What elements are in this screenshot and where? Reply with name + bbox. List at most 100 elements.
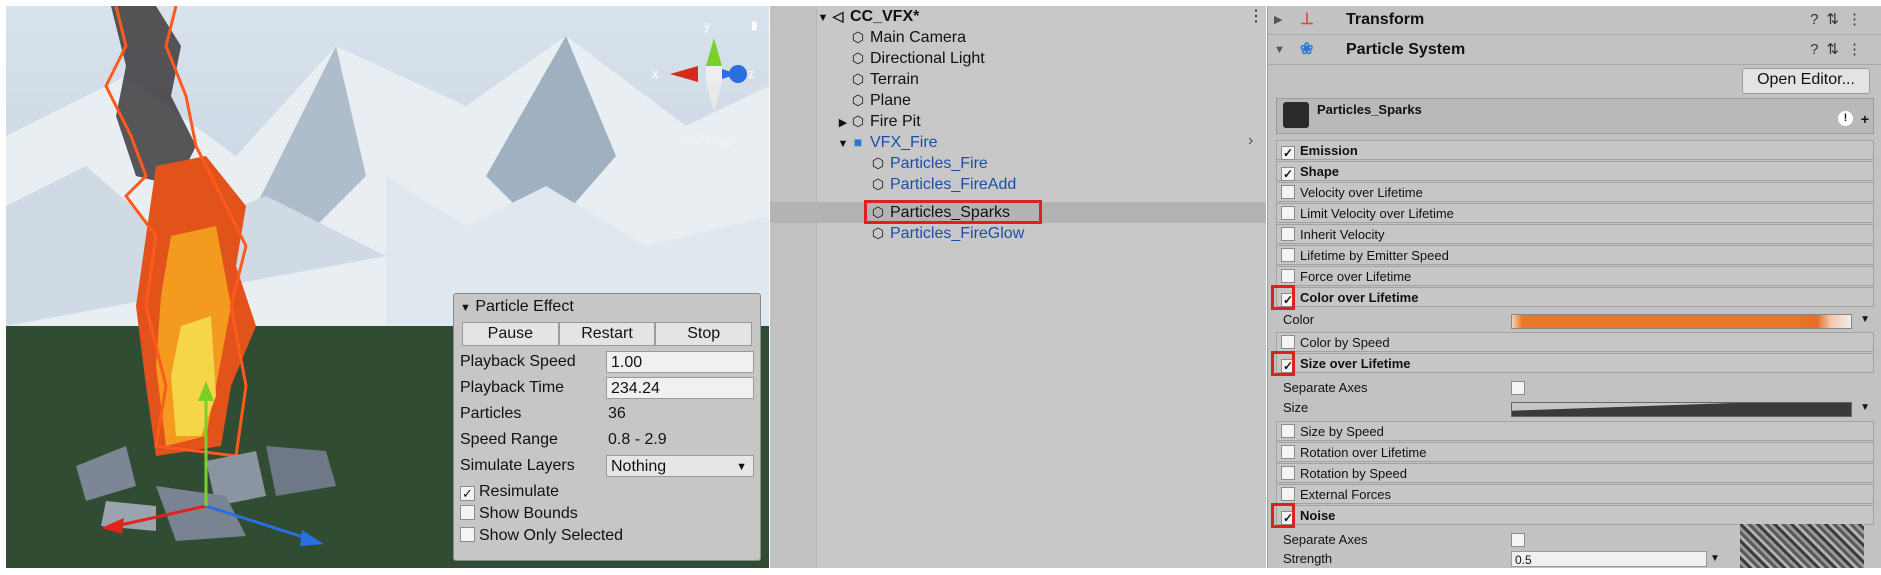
hierarchy-item-vfx-fire[interactable]: ▼ ■ VFX_Fire (836, 132, 938, 153)
lock-icon[interactable]: ▮ (751, 18, 758, 32)
particle-system-main-module[interactable]: Particles_Sparks ! + (1276, 98, 1874, 134)
scene-root[interactable]: ▼ ◁ CC_VFX* (816, 6, 920, 29)
hierarchy-item-directional-light[interactable]: ⬡ Directional Light (850, 48, 985, 69)
module-checkbox[interactable]: ✓ (1281, 167, 1295, 181)
pause-button[interactable]: Pause (462, 322, 559, 346)
module-label: Rotation by Speed (1300, 466, 1407, 481)
module-rotation-by-speed[interactable]: Rotation by Speed (1276, 463, 1874, 483)
module-checkbox[interactable] (1281, 445, 1295, 459)
module-color-over-lifetime[interactable]: ✓ Color over Lifetime (1276, 287, 1874, 307)
playback-buttons: Pause Restart Stop (462, 322, 753, 346)
inspector-panel: ▶ ⊥ Transform ?⇅⋮ ▼ ❀ Particle System ?⇅… (1267, 6, 1881, 568)
chevron-right-icon[interactable]: › (1248, 132, 1253, 150)
module-size-by-speed[interactable]: Size by Speed (1276, 421, 1874, 441)
expand-triangle-icon[interactable]: ▼ (836, 134, 850, 155)
module-emission[interactable]: ✓ Emission (1276, 140, 1874, 160)
component-menu-icons[interactable]: ?⇅⋮ (1810, 36, 1870, 64)
show-only-selected-checkbox[interactable] (460, 527, 475, 542)
simulate-layers-dropdown[interactable]: Nothing ▼ (606, 455, 754, 477)
transform-header[interactable]: ▶ ⊥ Transform ?⇅⋮ (1268, 6, 1881, 35)
module-label: Inherit Velocity (1300, 227, 1385, 242)
add-icon[interactable]: + (1861, 111, 1869, 127)
module-checkbox[interactable] (1281, 269, 1295, 283)
warning-icon: ! (1838, 111, 1853, 126)
module-checkbox[interactable] (1281, 206, 1295, 220)
module-inherit-velocity[interactable]: Inherit Velocity (1276, 224, 1874, 244)
scene-view[interactable]: y x z < Persp ▮ ▼ Particle Effect Pause … (6, 6, 769, 568)
strength-input[interactable]: 0.5 (1511, 551, 1707, 567)
size-curve-row: Size ▼ (1276, 398, 1874, 418)
speed-range-label: Speed Range (460, 431, 558, 448)
module-lifetime-by-emitter-speed[interactable]: Lifetime by Emitter Speed (1276, 245, 1874, 265)
show-only-selected-row[interactable]: Show Only Selected (460, 524, 754, 548)
separate-axes-checkbox[interactable] (1511, 381, 1525, 395)
playback-time-input[interactable]: 234.24 (606, 377, 754, 399)
module-checkbox[interactable] (1281, 248, 1295, 262)
playback-speed-label: Playback Speed (460, 353, 576, 370)
module-label: Shape (1300, 164, 1340, 179)
hierarchy-item-particles-fire[interactable]: ⬡ Particles_Fire (870, 153, 988, 174)
size-curve-field[interactable] (1511, 402, 1852, 417)
module-checkbox[interactable] (1281, 227, 1295, 241)
hierarchy-item-terrain[interactable]: ⬡ Terrain (850, 69, 919, 90)
open-editor-button[interactable]: Open Editor... (1742, 68, 1870, 94)
module-rotation-over-lifetime[interactable]: Rotation over Lifetime (1276, 442, 1874, 462)
restart-button[interactable]: Restart (558, 322, 656, 346)
dropdown-arrow-icon[interactable]: ▼ (1710, 549, 1720, 568)
hierarchy-item-main-camera[interactable]: ⬡ Main Camera (850, 27, 966, 48)
hierarchy-item-particles-fireadd[interactable]: ⬡ Particles_FireAdd (870, 174, 1016, 195)
module-noise[interactable]: ✓ Noise (1276, 505, 1874, 525)
show-bounds-row[interactable]: Show Bounds (460, 502, 754, 526)
module-checkbox[interactable] (1281, 185, 1295, 199)
strength-label: Strength (1283, 551, 1333, 566)
module-checkbox[interactable]: ✓ (1281, 146, 1295, 160)
hierarchy-item-plane[interactable]: ⬡ Plane (850, 90, 911, 111)
dropdown-arrow-icon[interactable]: ▼ (1860, 398, 1870, 418)
module-force-over-lifetime[interactable]: Force over Lifetime (1276, 266, 1874, 286)
module-label: Color by Speed (1300, 335, 1390, 350)
expand-triangle-icon[interactable]: ▼ (1274, 36, 1285, 64)
module-checkbox[interactable] (1281, 466, 1295, 480)
color-gradient-field[interactable] (1511, 314, 1852, 329)
playback-time-label: Playback Time (460, 379, 565, 396)
module-checkbox[interactable] (1281, 487, 1295, 501)
expand-triangle-icon[interactable]: ▼ (816, 8, 830, 29)
particle-effect-header[interactable]: ▼ Particle Effect (454, 294, 760, 320)
show-only-selected-label: Show Only Selected (479, 527, 624, 544)
module-label: Velocity over Lifetime (1300, 185, 1423, 200)
module-checkbox[interactable] (1281, 424, 1295, 438)
playback-speed-input[interactable]: 1.00 (606, 351, 754, 373)
more-options-icon[interactable]: ⋮ (1248, 6, 1264, 26)
hierarchy-item-particles-fireglow[interactable]: ⬡ Particles_FireGlow (870, 223, 1024, 244)
transform-title: Transform (1346, 11, 1425, 28)
module-velocity-over-lifetime[interactable]: Velocity over Lifetime (1276, 182, 1874, 202)
resimulate-checkbox[interactable]: ✓ (460, 486, 475, 501)
particle-effect-panel: ▼ Particle Effect Pause Restart Stop Pla… (453, 293, 761, 561)
module-color-by-speed[interactable]: Color by Speed (1276, 332, 1874, 352)
item-label: Directional Light (870, 50, 985, 67)
module-size-over-lifetime[interactable]: ✓ Size over Lifetime (1276, 353, 1874, 373)
item-label: Particles_FireAdd (890, 176, 1017, 193)
stop-button[interactable]: Stop (655, 322, 753, 346)
module-checkbox[interactable] (1281, 335, 1295, 349)
expand-triangle-icon[interactable]: ▶ (1274, 6, 1282, 34)
hierarchy-item-fire-pit[interactable]: ▶ ⬡ Fire Pit (836, 111, 921, 132)
item-label: Plane (870, 92, 911, 109)
module-shape[interactable]: ✓ Shape (1276, 161, 1874, 181)
color-label: Color (1283, 312, 1315, 327)
orientation-gizmo[interactable]: y x z (646, 16, 756, 126)
collapse-triangle-icon[interactable]: ▼ (460, 302, 471, 314)
particle-system-header[interactable]: ▼ ❀ Particle System ?⇅⋮ (1268, 36, 1881, 65)
persp-label[interactable]: < Persp (684, 132, 733, 148)
module-limit-velocity-over-lifetime[interactable]: Limit Velocity over Lifetime (1276, 203, 1874, 223)
expand-triangle-icon[interactable]: ▶ (836, 113, 850, 134)
gizmo-z-label: z (748, 66, 755, 81)
separate-axes-row: Separate Axes (1276, 378, 1874, 398)
particle-effect-title: Particle Effect (475, 298, 574, 315)
component-menu-icons[interactable]: ?⇅⋮ (1810, 6, 1870, 34)
dropdown-arrow-icon[interactable]: ▼ (1860, 310, 1870, 330)
module-external-forces[interactable]: External Forces (1276, 484, 1874, 504)
show-bounds-checkbox[interactable] (460, 505, 475, 520)
noise-separate-axes-checkbox[interactable] (1511, 533, 1525, 547)
resimulate-row[interactable]: ✓ Resimulate (460, 480, 754, 504)
